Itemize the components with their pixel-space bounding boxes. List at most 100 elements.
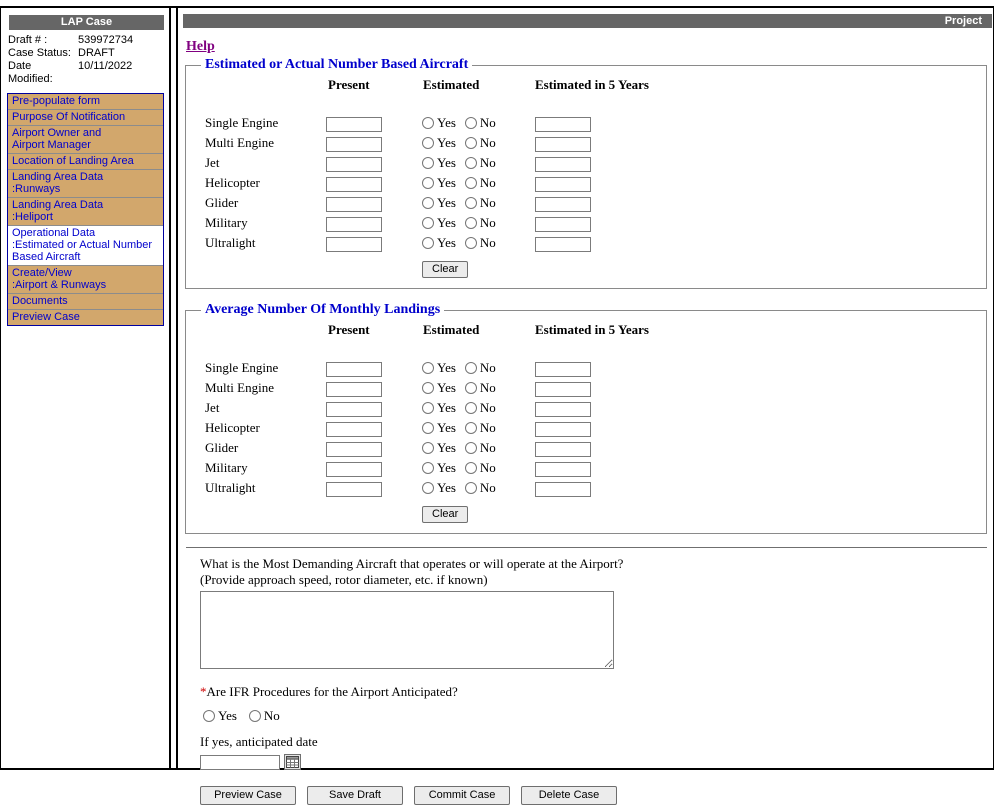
demanding-aircraft-textarea[interactable] — [200, 591, 614, 669]
five-year-input[interactable] — [535, 177, 591, 192]
estimated-yes-option[interactable]: Yes — [422, 480, 456, 496]
present-input[interactable] — [326, 482, 382, 497]
estimated-yes-radio[interactable] — [422, 362, 434, 374]
present-input[interactable] — [326, 217, 382, 232]
calendar-icon[interactable] — [284, 754, 301, 770]
present-input[interactable] — [326, 157, 382, 172]
present-input[interactable] — [326, 177, 382, 192]
estimated-no-option[interactable]: No — [465, 420, 496, 436]
estimated-no-option[interactable]: No — [465, 380, 496, 396]
estimated-yes-option[interactable]: Yes — [422, 215, 456, 231]
anticipated-date-input[interactable] — [200, 755, 280, 770]
estimated-yes-radio[interactable] — [422, 157, 434, 169]
estimated-no-radio[interactable] — [465, 237, 477, 249]
estimated-yes-option[interactable]: Yes — [422, 400, 456, 416]
estimated-yes-radio[interactable] — [422, 462, 434, 474]
five-year-input[interactable] — [535, 137, 591, 152]
estimated-yes-option[interactable]: Yes — [422, 155, 456, 171]
estimated-yes-radio[interactable] — [422, 422, 434, 434]
five-year-input[interactable] — [535, 157, 591, 172]
sidebar-item-preview-case[interactable]: Preview Case — [8, 310, 163, 325]
present-input[interactable] — [326, 402, 382, 417]
ifr-no-radio[interactable] — [249, 710, 261, 722]
estimated-no-radio[interactable] — [465, 137, 477, 149]
estimated-no-option[interactable]: No — [465, 235, 496, 251]
present-input[interactable] — [326, 197, 382, 212]
estimated-yes-radio[interactable] — [422, 382, 434, 394]
five-year-input[interactable] — [535, 217, 591, 232]
sidebar-item-purpose-of-notification[interactable]: Purpose Of Notification — [8, 110, 163, 126]
present-input[interactable] — [326, 117, 382, 132]
estimated-no-radio[interactable] — [465, 422, 477, 434]
estimated-no-option[interactable]: No — [465, 360, 496, 376]
sidebar-item-documents[interactable]: Documents — [8, 294, 163, 310]
estimated-yes-radio[interactable] — [422, 402, 434, 414]
present-input[interactable] — [326, 422, 382, 437]
estimated-yes-option[interactable]: Yes — [422, 440, 456, 456]
sidebar-item-location-of-landing-area[interactable]: Location of Landing Area — [8, 154, 163, 170]
present-input[interactable] — [326, 362, 382, 377]
present-input[interactable] — [326, 382, 382, 397]
estimated-yes-option[interactable]: Yes — [422, 235, 456, 251]
estimated-no-radio[interactable] — [465, 442, 477, 454]
estimated-no-option[interactable]: No — [465, 460, 496, 476]
estimated-yes-option[interactable]: Yes — [422, 460, 456, 476]
ifr-no-option[interactable]: No — [249, 708, 280, 724]
estimated-yes-radio[interactable] — [422, 137, 434, 149]
ifr-yes-option[interactable]: Yes — [203, 708, 237, 724]
present-input[interactable] — [326, 442, 382, 457]
estimated-yes-radio[interactable] — [422, 177, 434, 189]
estimated-yes-radio[interactable] — [422, 197, 434, 209]
present-input[interactable] — [326, 237, 382, 252]
sidebar-item-airport-owner-and[interactable]: Airport Owner and Airport Manager — [8, 126, 163, 154]
estimated-yes-option[interactable]: Yes — [422, 175, 456, 191]
estimated-no-option[interactable]: No — [465, 480, 496, 496]
five-year-input[interactable] — [535, 422, 591, 437]
preview-case-button[interactable]: Preview Case — [200, 786, 296, 805]
five-year-input[interactable] — [535, 362, 591, 377]
help-link[interactable]: Help — [186, 39, 215, 55]
present-input[interactable] — [326, 137, 382, 152]
estimated-no-radio[interactable] — [465, 157, 477, 169]
estimated-yes-radio[interactable] — [422, 237, 434, 249]
clear-button[interactable]: Clear — [422, 261, 468, 278]
estimated-no-radio[interactable] — [465, 117, 477, 129]
estimated-no-radio[interactable] — [465, 177, 477, 189]
estimated-yes-radio[interactable] — [422, 482, 434, 494]
present-input[interactable] — [326, 462, 382, 477]
sidebar-item-landing-area-data[interactable]: Landing Area Data :Heliport — [8, 198, 163, 226]
five-year-input[interactable] — [535, 462, 591, 477]
five-year-input[interactable] — [535, 237, 591, 252]
five-year-input[interactable] — [535, 382, 591, 397]
estimated-no-radio[interactable] — [465, 197, 477, 209]
estimated-yes-option[interactable]: Yes — [422, 380, 456, 396]
estimated-no-option[interactable]: No — [465, 195, 496, 211]
estimated-no-radio[interactable] — [465, 217, 477, 229]
sidebar-item-pre-populate-form[interactable]: Pre-populate form — [8, 94, 163, 110]
estimated-no-option[interactable]: No — [465, 115, 496, 131]
save-draft-button[interactable]: Save Draft — [307, 786, 403, 805]
estimated-no-option[interactable]: No — [465, 155, 496, 171]
estimated-no-option[interactable]: No — [465, 440, 496, 456]
estimated-no-radio[interactable] — [465, 382, 477, 394]
estimated-no-option[interactable]: No — [465, 135, 496, 151]
estimated-no-option[interactable]: No — [465, 215, 496, 231]
estimated-yes-option[interactable]: Yes — [422, 360, 456, 376]
estimated-no-radio[interactable] — [465, 402, 477, 414]
estimated-yes-option[interactable]: Yes — [422, 420, 456, 436]
five-year-input[interactable] — [535, 442, 591, 457]
estimated-yes-option[interactable]: Yes — [422, 135, 456, 151]
commit-case-button[interactable]: Commit Case — [414, 786, 510, 805]
estimated-yes-radio[interactable] — [422, 217, 434, 229]
five-year-input[interactable] — [535, 117, 591, 132]
estimated-no-radio[interactable] — [465, 362, 477, 374]
sidebar-item-operational-data[interactable]: Operational Data :Estimated or Actual Nu… — [8, 226, 163, 266]
estimated-no-option[interactable]: No — [465, 400, 496, 416]
five-year-input[interactable] — [535, 402, 591, 417]
estimated-yes-option[interactable]: Yes — [422, 115, 456, 131]
estimated-no-option[interactable]: No — [465, 175, 496, 191]
estimated-yes-option[interactable]: Yes — [422, 195, 456, 211]
estimated-yes-radio[interactable] — [422, 117, 434, 129]
estimated-yes-radio[interactable] — [422, 442, 434, 454]
clear-button[interactable]: Clear — [422, 506, 468, 523]
